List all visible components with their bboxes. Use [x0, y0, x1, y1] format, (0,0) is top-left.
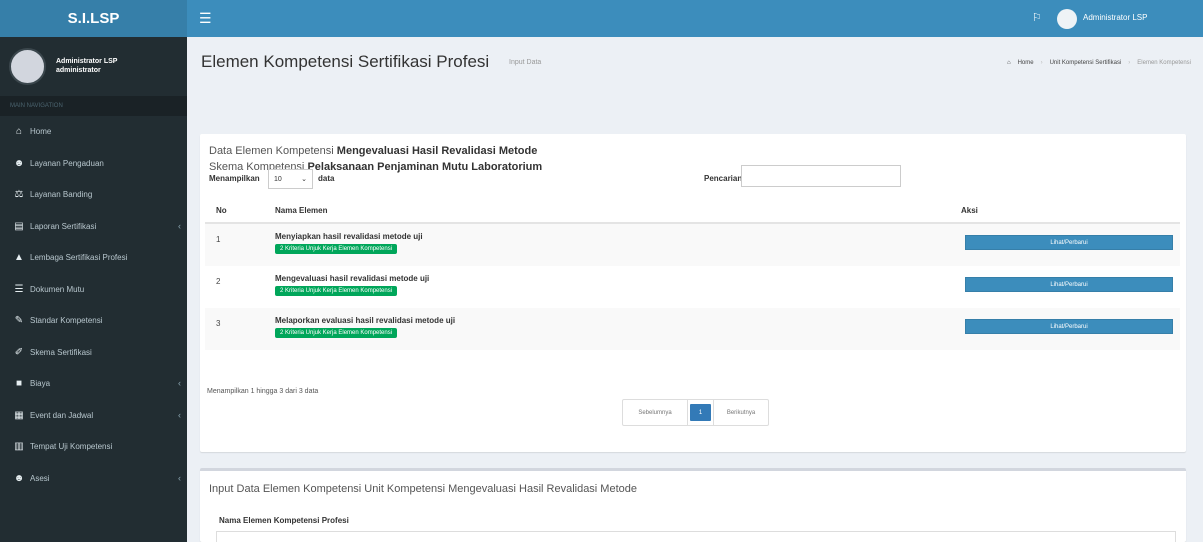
- book-icon: ▤: [14, 220, 24, 232]
- sidebar-item-label: Lembaga Sertifikasi Profesi: [30, 253, 128, 263]
- element-name: Menyiapkan hasil revalidasi metode uji: [275, 232, 423, 241]
- flag-icon[interactable]: ⚐: [1032, 11, 1042, 24]
- hamburger-menu-icon[interactable]: ☰: [199, 10, 212, 27]
- page-subtitle: Input Data: [509, 59, 542, 66]
- user-panel: Administrator LSP administrator: [0, 37, 187, 95]
- sidebar-item-standar-kompetensi[interactable]: ✎ Standar Kompetensi: [0, 305, 187, 337]
- sidebar-item-layanan-banding[interactable]: ⚖ Layanan Banding: [0, 179, 187, 211]
- view-update-button[interactable]: Lihat/Perbarui: [965, 277, 1173, 292]
- length-suffix: data: [318, 174, 335, 183]
- wrench-icon: ✎: [14, 315, 24, 327]
- chevron-left-icon: ‹: [178, 409, 181, 420]
- list-icon: ☰: [14, 283, 24, 295]
- sidebar-item-dokumen-mutu[interactable]: ☰ Dokumen Mutu: [0, 274, 187, 306]
- balance-icon: ⚖: [14, 189, 24, 201]
- top-user-name[interactable]: Administrator LSP: [1083, 13, 1147, 22]
- sidebar-item-label: Laporan Sertifikasi: [30, 221, 97, 231]
- sidebar-item-home[interactable]: ⌂ Home: [0, 116, 187, 148]
- page-title: Elemen Kompetensi Sertifikasi Profesi: [201, 52, 490, 71]
- col-action[interactable]: Aksi: [961, 206, 978, 215]
- edit-icon: ✐: [14, 346, 24, 358]
- calendar-icon: ▦: [14, 409, 24, 421]
- pagination: Sebelumnya 1 Berikutnya: [622, 399, 769, 426]
- sidebar-item-label: Dokumen Mutu: [30, 284, 85, 294]
- building-icon: ▥: [14, 441, 24, 453]
- view-update-button[interactable]: Lihat/Perbarui: [965, 235, 1173, 250]
- table-row: 2 Mengevaluasi hasil revalidasi metode u…: [205, 266, 1180, 308]
- breadcrumb-unit[interactable]: Unit Kompetensi Sertifikasi: [1050, 60, 1122, 66]
- breadcrumb-current: Elemen Kompetensi: [1137, 60, 1191, 66]
- sidebar-item-label: Skema Sertifikasi: [30, 347, 92, 357]
- breadcrumb-home[interactable]: Home: [1018, 60, 1034, 66]
- col-name[interactable]: Nama Elemen: [275, 206, 327, 215]
- chevron-left-icon: ‹: [178, 220, 181, 231]
- criteria-badge[interactable]: 2 Kriteria Unjuk Kerja Elemen Kompetensi: [275, 328, 398, 338]
- top-navbar: ☰ ⚐ Administrator LSP: [187, 0, 1203, 37]
- user-name: Administrator LSP: [56, 58, 118, 65]
- col-no[interactable]: No: [216, 206, 227, 215]
- pagination-prev[interactable]: Sebelumnya: [623, 400, 688, 425]
- sidebar-menu: ⌂ Home ☻ Layanan Pengaduan ⚖ Layanan Banding ▤…: [0, 116, 187, 494]
- sidebar-item-event-dan-jadwal[interactable]: ▦ Event dan Jadwal ‹: [0, 400, 187, 432]
- scheme-title: Skema Kompetensi Pelaksanaan Penjaminan …: [209, 161, 543, 173]
- nav-header: MAIN NAVIGATION: [0, 96, 187, 116]
- element-name-label: Nama Elemen Kompetensi Profesi: [219, 516, 349, 525]
- table-row: 1 Menyiapkan hasil revalidasi metode uji…: [205, 224, 1180, 266]
- sidebar-item-asesi[interactable]: ☻ Asesi ‹: [0, 463, 187, 495]
- pagination-page-1[interactable]: 1: [690, 404, 711, 421]
- sidebar-item-lembaga-sertifikasi-profesi[interactable]: ▲ Lembaga Sertifikasi Profesi: [0, 242, 187, 274]
- user-role: administrator: [56, 67, 101, 74]
- view-update-button[interactable]: Lihat/Perbarui: [965, 319, 1173, 334]
- sidebar-item-biaya[interactable]: ■ Biaya ‹: [0, 368, 187, 400]
- top-user-avatar[interactable]: [1057, 9, 1077, 29]
- home-icon: ⌂: [15, 126, 23, 138]
- length-select[interactable]: 10 ⌄: [268, 169, 313, 189]
- element-name: Mengevaluasi hasil revalidasi metode uji: [275, 274, 430, 283]
- search-input[interactable]: [741, 165, 901, 187]
- chevron-left-icon: ‹: [178, 472, 181, 483]
- sidebar-item-label: Event dan Jadwal: [30, 410, 94, 420]
- users-icon: ☻: [13, 472, 25, 484]
- pagination-next[interactable]: Berikutnya: [713, 400, 768, 425]
- sidebar-item-label: Layanan Banding: [30, 190, 93, 200]
- sidebar-item-skema-sertifikasi[interactable]: ✐ Skema Sertifikasi: [0, 337, 187, 369]
- criteria-badge[interactable]: 2 Kriteria Unjuk Kerja Elemen Kompetensi: [275, 244, 398, 254]
- content-header: Elemen Kompetensi Sertifikasi Profesi In…: [187, 37, 1203, 87]
- sidebar-item-label: Tempat Uji Kompetensi: [30, 442, 113, 452]
- user-avatar: [9, 47, 46, 85]
- sidebar-item-layanan-pengaduan[interactable]: ☻ Layanan Pengaduan: [0, 148, 187, 180]
- search-label: Pencarian:: [704, 174, 745, 183]
- sidebar-item-tempat-uji-kompetensi[interactable]: ▥ Tempat Uji Kompetensi: [0, 431, 187, 463]
- chevron-down-icon: ⌄: [301, 176, 307, 183]
- users-icon: ☻: [13, 157, 25, 169]
- money-icon: ■: [15, 378, 23, 390]
- app-logo[interactable]: S.I.LSP: [0, 0, 187, 37]
- sidebar-item-label: Home: [30, 127, 52, 137]
- sidebar-item-label: Standar Kompetensi: [30, 316, 103, 326]
- element-name: Melaporkan evaluasi hasil revalidasi met…: [275, 316, 456, 325]
- element-name-input[interactable]: [216, 531, 1176, 542]
- home-icon: ⌂: [1006, 60, 1011, 66]
- chevron-left-icon: ‹: [178, 378, 181, 388]
- graduation-cap-icon: ▲: [14, 252, 24, 264]
- sidebar-item-laporan-sertifikasi[interactable]: ▤ Laporan Sertifikasi ‹: [0, 211, 187, 243]
- breadcrumb: ⌂ Home › Unit Kompetensi Sertifikasi › E…: [1006, 60, 1191, 66]
- table-info: Menampilkan 1 hingga 3 dari 3 data: [207, 388, 319, 395]
- element-title: Data Elemen Kompetensi Mengevaluasi Hasi…: [209, 145, 538, 157]
- sidebar: S.I.LSP Administrator LSP administrator …: [0, 0, 187, 542]
- sidebar-item-label: Layanan Pengaduan: [30, 158, 104, 168]
- criteria-badge[interactable]: 2 Kriteria Unjuk Kerja Elemen Kompetensi: [275, 286, 398, 296]
- length-label: Menampilkan: [209, 174, 260, 183]
- input-box-title: Input Data Elemen Kompetensi Unit Kompet…: [209, 483, 638, 495]
- sidebar-item-label: Asesi: [30, 473, 50, 483]
- sidebar-item-label: Biaya: [30, 379, 51, 389]
- table-row: 3 Melaporkan evaluasi hasil revalidasi m…: [205, 308, 1180, 350]
